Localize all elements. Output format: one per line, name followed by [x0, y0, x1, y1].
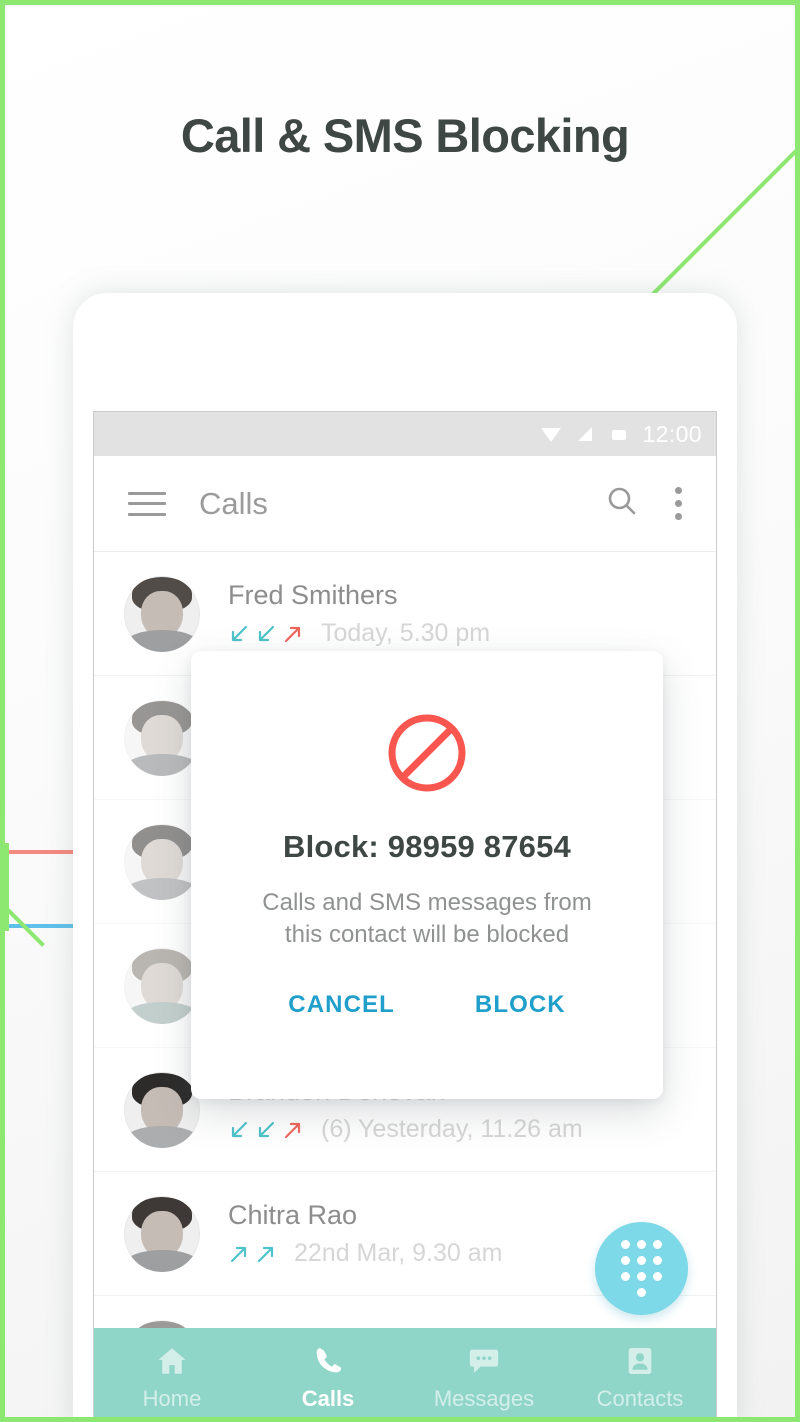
- incoming-call-arrow-icon: [231, 625, 248, 641]
- call-timestamp: Today, 5.30 pm: [321, 619, 491, 648]
- nav-item-calls[interactable]: Calls: [250, 1344, 406, 1412]
- bottom-navigation-bar: Home Calls Messages Contacts: [94, 1328, 716, 1417]
- dialog-message: Calls and SMS messages from this contact…: [262, 889, 592, 949]
- call-meta: (6) Yesterday, 11.26 am: [228, 1115, 583, 1144]
- outgoing-call-arrow-icon: [230, 1246, 247, 1262]
- call-meta: Today, 5.30 pm: [228, 619, 490, 648]
- avatar: [124, 947, 200, 1024]
- nav-label: Messages: [433, 1385, 535, 1411]
- overflow-menu-icon[interactable]: [675, 487, 682, 520]
- message-bubble-icon: [469, 1349, 499, 1373]
- avatar: [124, 1195, 200, 1272]
- avatar: [124, 575, 200, 652]
- dialpad-fab-button[interactable]: [595, 1222, 688, 1315]
- block-button[interactable]: BLOCK: [471, 985, 570, 1025]
- contact-card-icon: [628, 1347, 652, 1374]
- phone-screen: 12:00 Calls Fred Smithers Today, 5.30 pm…: [93, 411, 717, 1417]
- search-icon[interactable]: [605, 484, 639, 523]
- call-timestamp: 22nd Mar, 9.30 am: [294, 1239, 503, 1268]
- decorative-green-vertical-line: [5, 843, 9, 931]
- dialog-actions: CANCEL BLOCK: [284, 985, 569, 1025]
- cancel-button[interactable]: CANCEL: [284, 985, 399, 1025]
- signal-icon: [578, 427, 593, 441]
- wifi-icon: [541, 428, 562, 442]
- call-contact-name: Chitra Rao: [228, 1199, 358, 1230]
- phone-mockup: 12:00 Calls Fred Smithers Today, 5.30 pm…: [73, 293, 737, 1417]
- dialog-title: Block: 98959 87654: [283, 829, 571, 864]
- phone-icon: [316, 1347, 342, 1372]
- nav-label: Home: [142, 1385, 202, 1411]
- incoming-call-arrow-icon: [258, 1121, 275, 1137]
- avatar: [124, 823, 200, 900]
- block-prohibition-icon: [388, 714, 466, 792]
- dialpad-icon: [621, 1240, 662, 1297]
- nav-item-contacts[interactable]: Contacts: [562, 1344, 716, 1412]
- decorative-green-diagonal-left: [5, 859, 45, 947]
- block-contact-dialog: Block: 98959 87654 Calls and SMS message…: [191, 651, 663, 1099]
- promo-page: Call & SMS Blocking 12:00 Calls Fred Smi…: [0, 0, 800, 1422]
- battery-icon: [612, 430, 627, 440]
- incoming-call-arrow-icon: [258, 625, 275, 641]
- hamburger-icon[interactable]: [128, 491, 166, 516]
- home-icon: [158, 1347, 186, 1374]
- app-bar: Calls: [94, 456, 716, 552]
- nav-item-messages[interactable]: Messages: [406, 1344, 562, 1412]
- call-contact-name: Fred Smithers: [228, 579, 398, 610]
- call-meta: 22nd Mar, 9.30 am: [228, 1239, 502, 1268]
- call-timestamp: (6) Yesterday, 11.26 am: [321, 1115, 583, 1144]
- page-title: Call & SMS Blocking: [180, 109, 630, 162]
- nav-label: Contacts: [596, 1385, 684, 1411]
- outgoing-call-arrow-icon: [257, 1246, 274, 1262]
- outgoing-call-arrow-icon: [284, 626, 301, 642]
- status-time: 12:00: [642, 420, 702, 447]
- outgoing-call-arrow-icon: [284, 1122, 301, 1138]
- avatar: [124, 699, 200, 776]
- nav-label: Calls: [301, 1385, 355, 1411]
- nav-item-home[interactable]: Home: [94, 1344, 250, 1412]
- incoming-call-arrow-icon: [231, 1121, 248, 1137]
- status-bar: 12:00: [94, 412, 716, 456]
- avatar: [124, 1071, 200, 1148]
- app-bar-title: Calls: [199, 485, 268, 521]
